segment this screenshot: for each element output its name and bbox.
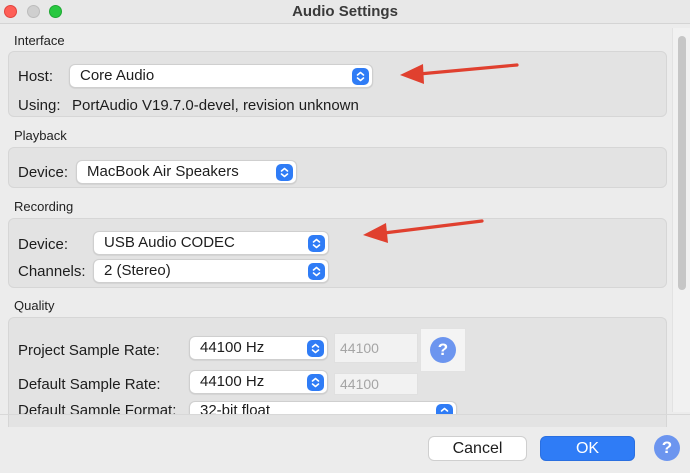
recording-device-label: Device: (18, 236, 69, 253)
window-title: Audio Settings (292, 3, 398, 20)
chevron-updown-icon (308, 263, 325, 280)
cancel-button[interactable]: Cancel (428, 436, 527, 461)
default-sample-format-select[interactable]: 32-bit float (189, 401, 457, 414)
help-icon[interactable]: ? (430, 337, 456, 363)
annotation-arrow-icon (400, 63, 519, 84)
project-sample-rate-custom-value: 44100 (340, 340, 379, 356)
playback-device-select[interactable]: MacBook Air Speakers (76, 160, 297, 184)
project-sample-rate-label: Project Sample Rate: (18, 342, 160, 359)
chevron-updown-icon (352, 68, 369, 85)
help-frame: ? (420, 328, 466, 372)
chevron-updown-icon (276, 164, 293, 181)
recording-device-select[interactable]: USB Audio CODEC (93, 231, 329, 255)
default-sample-format-value: 32-bit float (200, 402, 271, 414)
playback-section-label: Playback (14, 128, 67, 143)
chevron-updown-icon (436, 404, 453, 414)
project-sample-rate-custom-field[interactable]: 44100 (334, 333, 418, 363)
playback-device-label: Device: (18, 164, 69, 181)
default-sample-rate-custom-field[interactable]: 44100 (334, 373, 418, 395)
chevron-updown-icon (308, 235, 325, 252)
chevron-updown-icon (307, 340, 324, 357)
using-value: PortAudio V19.7.0-devel, revision unknow… (72, 97, 359, 114)
playback-device-value: MacBook Air Speakers (87, 163, 239, 180)
channels-select[interactable]: 2 (Stereo) (93, 259, 329, 283)
annotation-arrow-icon (363, 219, 484, 243)
ok-button[interactable]: OK (540, 436, 635, 461)
default-sample-rate-value: 44100 Hz (200, 373, 265, 390)
host-select-value: Core Audio (80, 67, 155, 84)
channels-value: 2 (Stereo) (104, 262, 171, 279)
default-sample-format-label-text: Default Sample Format: (18, 402, 177, 414)
recording-section-label: Recording (14, 199, 74, 214)
project-sample-rate-value: 44100 Hz (200, 339, 265, 356)
default-sample-rate-custom-value: 44100 (340, 376, 379, 392)
interface-section-label: Interface (14, 33, 65, 48)
default-sample-rate-label: Default Sample Rate: (18, 376, 161, 393)
help-button[interactable]: ? (654, 435, 680, 461)
default-sample-rate-select[interactable]: 44100 Hz (189, 370, 328, 394)
recording-device-value: USB Audio CODEC (104, 234, 235, 251)
chevron-updown-icon (307, 374, 324, 391)
scrollbar-thumb[interactable] (678, 36, 686, 290)
project-sample-rate-select[interactable]: 44100 Hz (189, 336, 328, 360)
using-label: Using: (18, 97, 61, 114)
title-bar: Audio Settings (0, 0, 690, 24)
quality-section-label: Quality (14, 298, 55, 313)
host-label: Host: (18, 68, 54, 85)
default-sample-format-label: Default Sample Format: (18, 402, 176, 414)
channels-label: Channels: (18, 263, 86, 280)
scrollbar[interactable] (672, 28, 690, 412)
footer-divider (0, 414, 690, 415)
host-select[interactable]: Core Audio (69, 64, 373, 88)
